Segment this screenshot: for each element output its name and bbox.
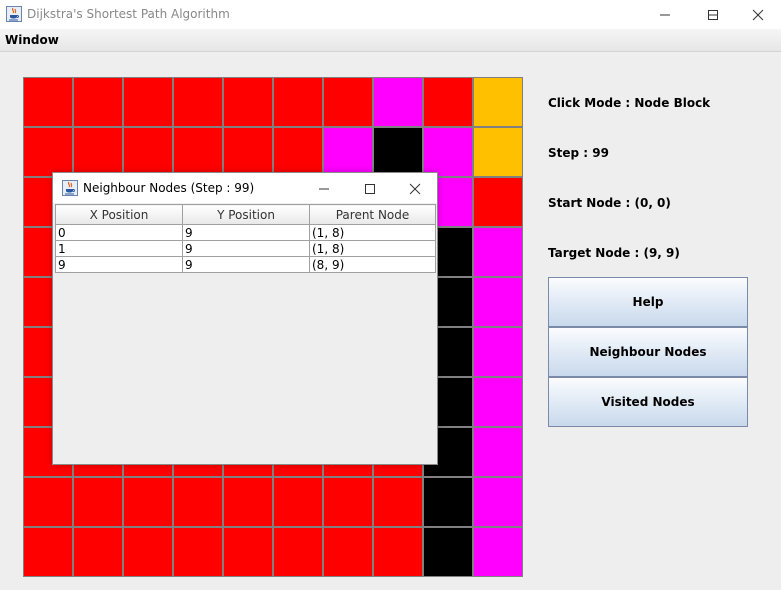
grid-cell[interactable] (223, 77, 273, 127)
grid-cell[interactable] (123, 77, 173, 127)
grid-cell[interactable] (423, 477, 473, 527)
grid-cell[interactable] (473, 427, 523, 477)
dialog-maximize-button[interactable] (347, 173, 393, 203)
grid-cell[interactable] (273, 527, 323, 577)
grid-cell[interactable] (473, 77, 523, 127)
grid-cell[interactable] (73, 477, 123, 527)
grid-cell[interactable] (223, 527, 273, 577)
grid-cell[interactable] (473, 327, 523, 377)
grid-cell[interactable] (273, 477, 323, 527)
close-icon (752, 9, 764, 21)
grid-cell[interactable] (473, 127, 523, 177)
grid-cell[interactable] (323, 477, 373, 527)
column-header-x-position[interactable]: X Position (55, 204, 183, 225)
minimize-icon (319, 188, 329, 190)
window-title: Dijkstra's Shortest Path Algorithm (27, 7, 230, 21)
cell-parent-node[interactable]: (1, 8) (309, 240, 436, 257)
step-label: Step : 99 (548, 146, 609, 160)
visited-nodes-button[interactable]: Visited Nodes (548, 377, 748, 427)
java-cup-icon (62, 180, 78, 196)
cell-parent-node[interactable]: (1, 8) (309, 224, 436, 241)
grid-cell[interactable] (223, 127, 273, 177)
column-header-parent-node[interactable]: Parent Node (309, 204, 436, 225)
dialog-close-button[interactable] (392, 173, 438, 203)
maximize-window-button[interactable] (690, 0, 736, 29)
grid-cell[interactable] (23, 527, 73, 577)
menu-window[interactable]: Window (5, 33, 59, 47)
grid-cell[interactable] (423, 527, 473, 577)
maximize-icon (708, 10, 718, 20)
grid-cell[interactable] (273, 127, 323, 177)
grid-cell[interactable] (373, 127, 423, 177)
cell-x-position[interactable]: 0 (55, 224, 183, 241)
cell-x-position[interactable]: 9 (55, 256, 183, 273)
minimize-window-button[interactable] (642, 0, 688, 29)
grid-cell[interactable] (323, 127, 373, 177)
grid-cell[interactable] (73, 527, 123, 577)
grid-cell[interactable] (23, 77, 73, 127)
grid-cell[interactable] (373, 527, 423, 577)
dialog-minimize-button[interactable] (301, 173, 347, 203)
cell-y-position[interactable]: 9 (182, 240, 310, 257)
table-header-row: X Position Y Position Parent Node (55, 204, 436, 225)
start-node-label: Start Node : (0, 0) (548, 196, 671, 210)
column-header-y-position[interactable]: Y Position (182, 204, 310, 225)
table-row[interactable]: 1 9 (1, 8) (55, 240, 436, 257)
grid-cell[interactable] (473, 227, 523, 277)
grid-cell[interactable] (23, 127, 73, 177)
table-row[interactable]: 9 9 (8, 9) (55, 256, 436, 273)
grid-cell[interactable] (123, 527, 173, 577)
close-icon (409, 183, 421, 195)
minimize-icon (660, 14, 670, 16)
grid-cell[interactable] (73, 77, 123, 127)
grid-cell[interactable] (373, 477, 423, 527)
dialog-title-bar[interactable]: Neighbour Nodes (Step : 99) (53, 173, 437, 203)
grid-cell[interactable] (123, 477, 173, 527)
cell-x-position[interactable]: 1 (55, 240, 183, 257)
grid-cell[interactable] (173, 477, 223, 527)
help-button[interactable]: Help (548, 277, 748, 327)
grid-cell[interactable] (323, 527, 373, 577)
grid-cell[interactable] (73, 127, 123, 177)
grid-cell[interactable] (323, 77, 373, 127)
grid-cell[interactable] (223, 477, 273, 527)
maximize-icon (365, 184, 375, 194)
java-cup-icon (6, 6, 22, 22)
menu-bar: Window (0, 29, 781, 52)
grid-cell[interactable] (123, 127, 173, 177)
target-node-label: Target Node : (9, 9) (548, 246, 680, 260)
grid-cell[interactable] (473, 477, 523, 527)
grid-cell[interactable] (273, 77, 323, 127)
close-window-button[interactable] (735, 0, 781, 29)
cell-y-position[interactable]: 9 (182, 224, 310, 241)
grid-cell[interactable] (173, 77, 223, 127)
neighbour-nodes-dialog: Neighbour Nodes (Step : 99) X Position Y (52, 172, 438, 465)
grid-cell[interactable] (473, 377, 523, 427)
table-row[interactable]: 0 9 (1, 8) (55, 224, 436, 241)
grid-cell[interactable] (23, 477, 73, 527)
grid-cell[interactable] (173, 127, 223, 177)
neighbour-nodes-button[interactable]: Neighbour Nodes (548, 327, 748, 377)
grid-cell[interactable] (423, 127, 473, 177)
grid-cell[interactable] (473, 277, 523, 327)
dialog-title: Neighbour Nodes (Step : 99) (83, 181, 255, 195)
grid-cell[interactable] (473, 177, 523, 227)
cell-parent-node[interactable]: (8, 9) (309, 256, 436, 273)
click-mode-label: Click Mode : Node Block (548, 96, 711, 110)
grid-cell[interactable] (173, 527, 223, 577)
grid-cell[interactable] (473, 527, 523, 577)
grid-cell[interactable] (423, 77, 473, 127)
grid-cell[interactable] (373, 77, 423, 127)
cell-y-position[interactable]: 9 (182, 256, 310, 273)
neighbour-nodes-table: X Position Y Position Parent Node 0 9 (1… (55, 204, 436, 273)
